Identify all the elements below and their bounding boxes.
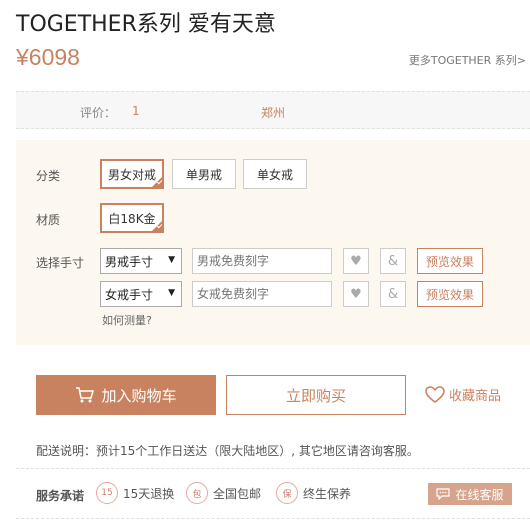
material-label: 材质: [36, 213, 61, 227]
caret-down-icon: ▼: [168, 255, 175, 265]
option-men-ring-label: 单男戒: [185, 167, 222, 182]
buy-now-button[interactable]: 立即购买: [226, 375, 406, 415]
product-price: ¥6098: [16, 44, 80, 70]
promise-return: 15 15天退换: [96, 482, 174, 504]
option-couple-rings-label: 男女对戒: [107, 167, 156, 182]
delivery-note: 配送说明：预计15个工作日送达（限大陆地区）, 其它地区请咨询客服。: [36, 444, 419, 458]
city-label: 郑州: [261, 106, 286, 120]
divider: [16, 468, 530, 469]
service-promise-label: 服务承诺: [36, 489, 85, 503]
female-preview-button[interactable]: 预览效果: [417, 281, 483, 307]
option-women-ring-label: 单女戒: [256, 167, 293, 182]
add-to-cart-label: 加入购物车: [101, 386, 177, 405]
favorite-button[interactable]: 收藏商品: [425, 385, 501, 404]
cart-icon: [76, 387, 95, 403]
check-icon: [151, 220, 163, 232]
maintenance-badge-icon: 保: [276, 482, 298, 504]
online-service-label: 在线客服: [455, 487, 504, 502]
heart-icon[interactable]: ♥: [343, 248, 369, 274]
favorite-label: 收藏商品: [449, 389, 502, 404]
return-badge-icon: 15: [96, 482, 118, 504]
how-to-measure-link[interactable]: 如何测量?: [102, 312, 152, 328]
shipping-badge-icon: 包: [186, 482, 208, 504]
promise-shipping: 包 全国包邮: [186, 482, 261, 504]
divider: [16, 518, 530, 519]
more-series-link[interactable]: 更多TOGETHER 系列>: [409, 52, 526, 68]
option-couple-rings[interactable]: 男女对戒: [100, 159, 164, 189]
female-size-value: 女戒手寸: [105, 287, 154, 302]
option-material-label: 白18K金: [108, 211, 156, 226]
check-icon: [151, 176, 163, 188]
option-women-ring[interactable]: 单女戒: [243, 159, 307, 189]
heart-icon[interactable]: ♥: [343, 281, 369, 307]
male-size-select[interactable]: 男戒手寸 ▼: [100, 248, 182, 274]
rating-label: 评价：: [80, 106, 117, 120]
online-service-button[interactable]: 在线客服: [428, 483, 512, 505]
rating-value[interactable]: 1: [132, 104, 140, 118]
caret-down-icon: ▼: [168, 288, 175, 298]
heart-outline-icon: [425, 385, 445, 403]
ampersand-button[interactable]: &: [380, 281, 406, 307]
promise-shipping-text: 全国包邮: [213, 486, 262, 501]
option-men-ring[interactable]: 单男戒: [172, 159, 236, 189]
promise-return-text: 15天退换: [123, 486, 175, 501]
product-title: TOGETHER系列 爱有天意: [16, 12, 276, 37]
male-size-value: 男戒手寸: [105, 254, 154, 269]
female-engrave-input[interactable]: [192, 281, 332, 307]
category-label: 分类: [36, 169, 61, 183]
promise-maintenance: 保 终生保养: [276, 482, 351, 504]
add-to-cart-button[interactable]: 加入购物车: [36, 375, 216, 415]
female-size-select[interactable]: 女戒手寸 ▼: [100, 281, 182, 307]
ampersand-button[interactable]: &: [380, 248, 406, 274]
male-preview-button[interactable]: 预览效果: [417, 248, 483, 274]
promise-maintenance-text: 终生保养: [303, 486, 352, 501]
male-engrave-input[interactable]: [192, 248, 332, 274]
option-white-18k-gold[interactable]: 白18K金: [100, 203, 164, 233]
chat-icon: [436, 488, 451, 500]
info-bar: 评价： 1 郑州: [16, 91, 530, 129]
size-label: 选择手寸: [36, 256, 85, 270]
